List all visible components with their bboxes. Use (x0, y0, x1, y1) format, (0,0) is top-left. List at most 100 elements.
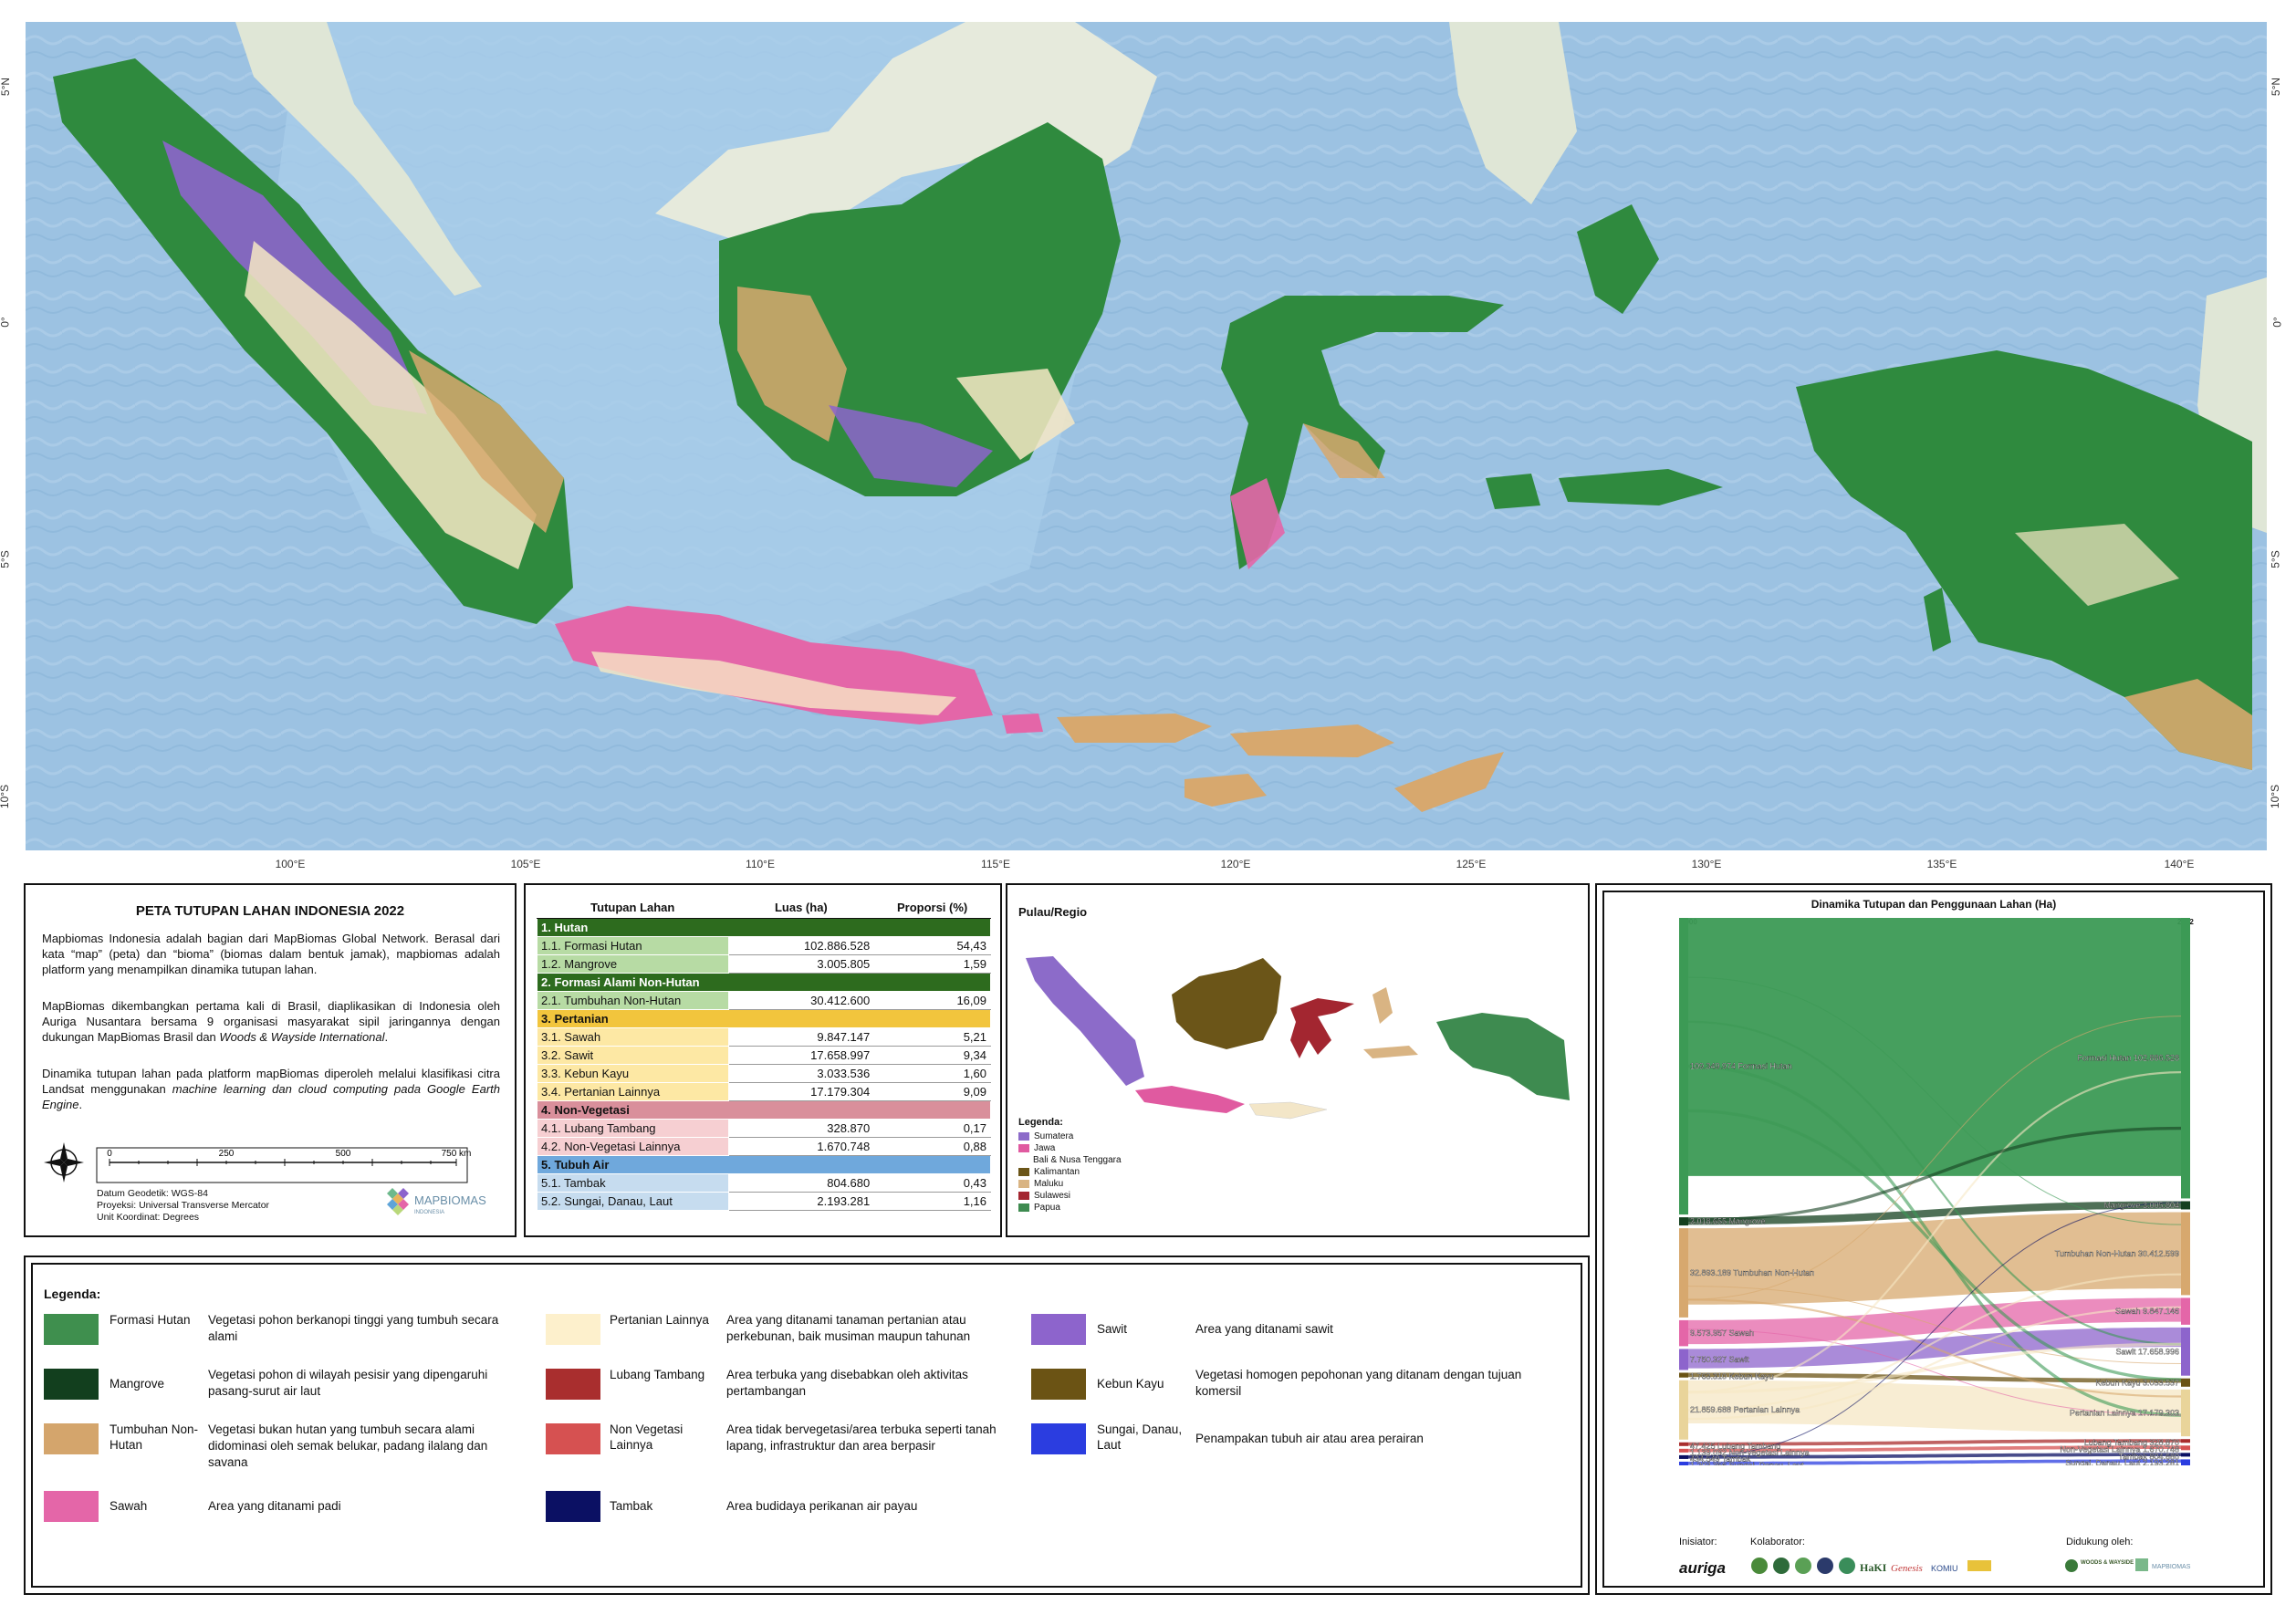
area-value: 3.005.805 (727, 953, 875, 974)
sankey-node-left (1679, 1228, 1688, 1318)
island-legend-swatch (1018, 1167, 1029, 1176)
table-row: 4.2. Non-Vegetasi Lainnya 1.670.748 0,88 (537, 1136, 991, 1156)
sankey-label-right: Mangrove 3.005.804 (2103, 1201, 2179, 1210)
supported-by-label: Didukung oleh: (2066, 1537, 2134, 1547)
island-legend-title: Legenda: (1018, 1117, 1063, 1128)
lon-label-100e: 100°E (275, 858, 306, 870)
table-row: 3.2. Sawit 17.658.997 9,34 (537, 1045, 991, 1065)
legend-swatch (1031, 1369, 1086, 1400)
island-maluku (1363, 987, 1418, 1058)
table-row: 2.1. Tumbuhan Non-Hutan 30.412.600 16,09 (537, 990, 991, 1010)
legend-title: Legenda: (44, 1287, 101, 1301)
legend-description: Area yang ditanami tanaman pertanian ata… (726, 1313, 971, 1343)
description-paragraph-2: MapBiomas dikembangkan pertama kali di B… (42, 999, 500, 1044)
proportion-value: 54,43 (873, 935, 991, 955)
land-cover-table-panel: Tutupan Lahan Luas (ha) Proporsi (%) 1. … (524, 883, 1002, 1237)
collaborator-label: Kolaborator: (1750, 1537, 1805, 1547)
island-jawa (1135, 1086, 1245, 1113)
area-value: 17.179.304 (727, 1081, 875, 1101)
sankey-label-left: 9.573.957 Sawah (1690, 1328, 1754, 1338)
datum-label: Datum Geodetik: WGS-84 (97, 1188, 208, 1199)
island-legend-label: Sumatera (1034, 1131, 1074, 1141)
legend-swatch (1031, 1423, 1086, 1454)
proportion-value: 0,17 (873, 1118, 991, 1138)
table-row: 4.1. Lubang Tambang 328.870 0,17 (537, 1118, 991, 1138)
land-cover-class: 4.1. Lubang Tambang (537, 1118, 729, 1138)
table-category-row: 5. Tubuh Air (537, 1154, 991, 1174)
sankey-node-left (1679, 1380, 1688, 1440)
compass-icon (44, 1142, 84, 1183)
sankey-node-left (1679, 1461, 1688, 1465)
sankey-label-left: 32.893.189 Tumbuhan Non-Hutan (1690, 1268, 1814, 1277)
legend-description: Area budidaya perikanan air payau (726, 1499, 918, 1513)
table-row: 1.2. Mangrove 3.005.805 1,59 (537, 953, 991, 974)
sankey-label-left: 1.203.356 Sungai, Danau, Laut (1690, 1461, 1804, 1465)
island-legend-item: Papua (1018, 1203, 1060, 1214)
legend-label: Tambak (610, 1499, 653, 1513)
sankey-label-right: Pertanian Lainnya 17.179.303 (2070, 1408, 2179, 1417)
island-legend-swatch (1018, 1179, 1029, 1188)
genesis-logo: Genesis (1891, 1563, 1923, 1574)
lon-label-125e: 125°E (1456, 858, 1487, 870)
main-map-frame (26, 22, 2267, 850)
auriga-logo: auriga (1679, 1559, 1726, 1577)
sankey-node-left (1679, 1349, 1688, 1370)
proportion-value: 5,21 (873, 1026, 991, 1047)
woods-wayside-logo: WOODS & WAYSIDE (2081, 1560, 2134, 1566)
legend-swatch (44, 1314, 99, 1345)
mapbiomas-small-logo: MAPBIOMAS (2152, 1564, 2191, 1570)
sankey-node-right (2181, 1439, 2190, 1443)
sankey-label-left: 109.349.974 Formasi Hutan (1690, 1062, 1792, 1071)
island-legend-label: Papua (1034, 1203, 1060, 1213)
hakiki-logo: HaKI (1860, 1561, 1887, 1574)
lat-label-0-left: 0° (0, 317, 12, 328)
sankey-label-right: Sawah 9.847.146 (2115, 1307, 2179, 1316)
sankey-node-left (1679, 1372, 1688, 1378)
sankey-label-right: Sawit 17.658.996 (2115, 1347, 2179, 1356)
legend-label: Mangrove (110, 1377, 165, 1391)
sankey-node-left (1679, 1442, 1688, 1446)
lat-label-5n-right: 5°N (2270, 77, 2283, 97)
lat-label-10s-right: 10°S (2269, 784, 2282, 809)
island-legend-item: Sumatera (1018, 1131, 1073, 1142)
sankey-diagram: 109.349.974 Formasi Hutan 3.018.655 Mangr… (1679, 918, 2190, 1465)
buru (1486, 474, 1540, 509)
lon-label-130e: 130°E (1691, 858, 1722, 870)
island-legend-label: Sulawesi (1034, 1191, 1071, 1201)
legend-label: Pertanian Lainnya (610, 1313, 709, 1327)
legend-swatch (44, 1491, 99, 1522)
sankey-node-left (1679, 918, 1688, 1215)
land-cover-class: 3.2. Sawit (537, 1045, 729, 1065)
table-row: 5.2. Sungai, Danau, Laut 2.193.281 1,16 (537, 1191, 991, 1211)
lat-label-5n-left: 5°N (0, 77, 13, 97)
sankey-title: Dinamika Tutupan dan Penggunaan Lahan (H… (1811, 898, 2057, 911)
col-header-area: Luas (ha) (728, 898, 874, 919)
island-legend-item: Kalimantan (1018, 1167, 1080, 1178)
sankey-panel: Dinamika Tutupan dan Penggunaan Lahan (H… (1595, 883, 2272, 1595)
legend-swatch (546, 1423, 600, 1454)
lon-label-105e: 105°E (510, 858, 541, 870)
area-value: 1.670.748 (727, 1136, 875, 1156)
island-papua (1436, 1013, 1570, 1100)
sankey-node-left (1679, 1217, 1688, 1226)
island-sulawesi (1290, 998, 1354, 1058)
legend-label: Sawit (1097, 1322, 1128, 1336)
sankey-node-left (1679, 1454, 1688, 1459)
proportion-value: 9,34 (873, 1045, 991, 1065)
island-legend-label: Kalimantan (1034, 1167, 1080, 1177)
sankey-label-left: 7.750.327 Sawit (1690, 1355, 1749, 1364)
island-kalimantan (1172, 958, 1281, 1049)
category-name: 2. Formasi Alami Non-Hutan (537, 972, 991, 992)
lat-label-5s-left: 5°S (0, 550, 12, 568)
map-title: PETA TUTUPAN LAHAN INDONESIA 2022 (135, 903, 405, 919)
area-value: 328.870 (727, 1118, 875, 1138)
sankey-node-right (2181, 1201, 2190, 1210)
category-name: 1. Hutan (537, 917, 991, 937)
land-cover-class: 3.1. Sawah (537, 1026, 729, 1047)
island-legend-swatch (1018, 1131, 1029, 1141)
table-row: 5.1. Tambak 804.680 0,43 (537, 1172, 991, 1193)
legend-swatch (1031, 1314, 1086, 1345)
proportion-value: 1,60 (873, 1063, 991, 1083)
proportion-value: 1,16 (873, 1191, 991, 1211)
island-legend-item: Maluku (1018, 1179, 1063, 1190)
